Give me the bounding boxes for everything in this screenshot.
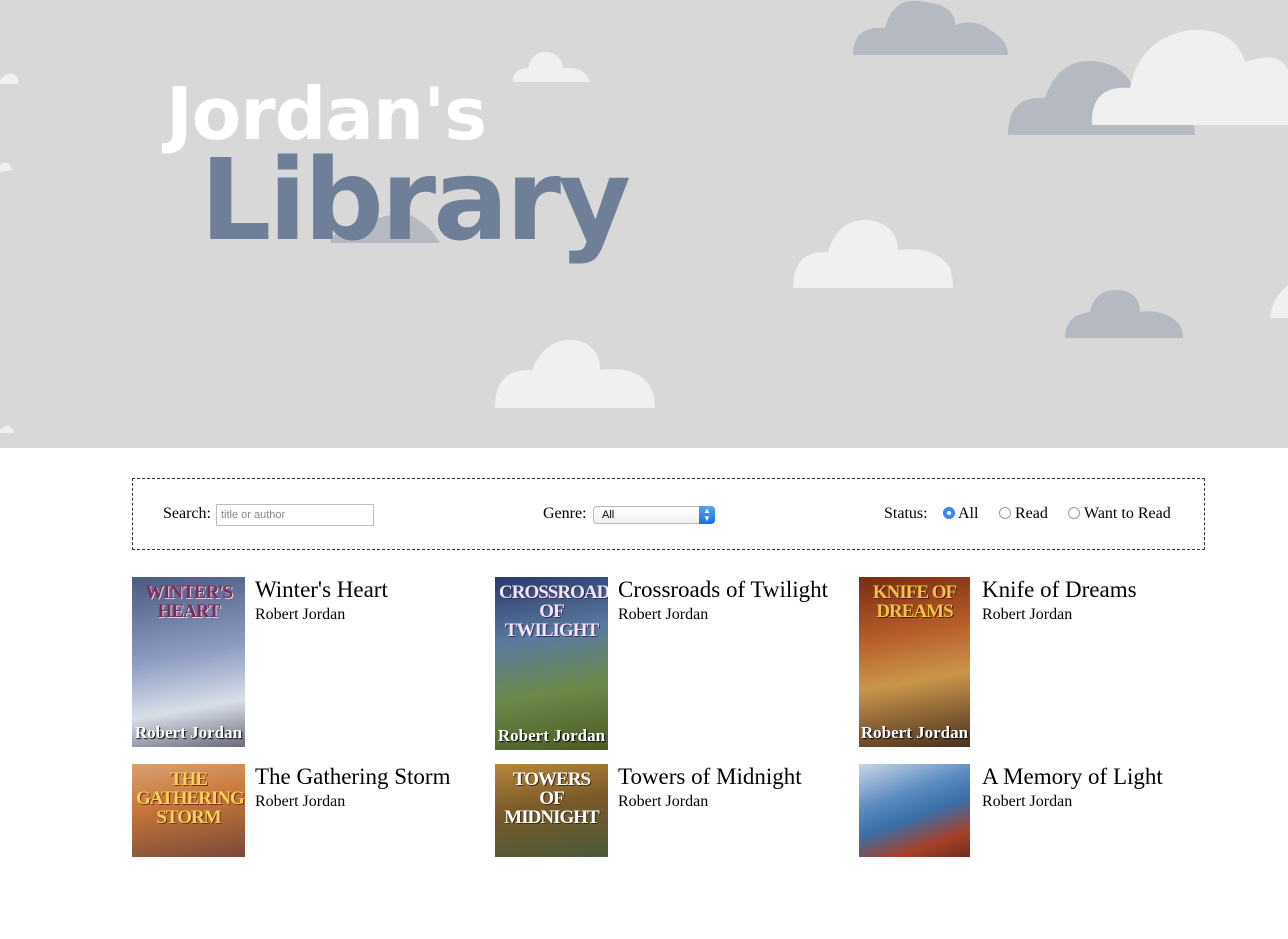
genre-selected-value: All — [602, 509, 615, 521]
cloud — [853, 0, 1008, 55]
cover-title: The Gathering Storm — [136, 769, 245, 828]
status-label: Status: — [884, 505, 928, 522]
book-author: Robert Jordan — [982, 606, 1073, 623]
cover-title: Winter's Heart — [144, 582, 233, 622]
book-cover[interactable]: Towers of Midnight — [495, 764, 608, 857]
cloud — [0, 425, 14, 433]
book-card[interactable]: A Memory of Light Robert Jordan — [859, 764, 1204, 939]
book-card[interactable]: Winter's Heart Robert Jordan Winter's He… — [132, 577, 477, 752]
radio-want-to-read[interactable] — [1068, 507, 1080, 519]
cloud — [1065, 289, 1183, 338]
book-cover[interactable] — [859, 764, 970, 857]
hero-banner: Jordan's Library — [0, 0, 1288, 448]
radio-all-label[interactable]: All — [958, 505, 978, 523]
search-label: Search: — [163, 505, 211, 522]
book-card[interactable]: The Gathering Storm The Gathering Storm … — [132, 764, 477, 939]
radio-want-to-read-label[interactable]: Want to Read — [1084, 505, 1171, 523]
book-card[interactable]: Knife of Dreams Robert Jordan Knife of D… — [859, 577, 1204, 752]
filter-bar: Search: Genre: All ▲▼ Status: All Read W… — [132, 478, 1205, 550]
cover-title: Crossroads of Twilight — [499, 582, 608, 641]
book-author: Robert Jordan — [255, 606, 346, 623]
book-cover[interactable]: Knife of Dreams Robert Jordan — [859, 577, 970, 747]
cloud — [495, 339, 655, 408]
book-card[interactable]: Crossroads of Twilight Robert Jordan Cro… — [495, 577, 840, 752]
search-input[interactable] — [216, 504, 374, 526]
site-title-line2: Library — [200, 136, 631, 266]
radio-all[interactable] — [943, 507, 955, 519]
cover-author: Robert Jordan — [497, 726, 606, 745]
book-title[interactable]: Crossroads of Twilight — [618, 577, 828, 603]
genre-select[interactable]: All ▲ ▼ — [593, 506, 715, 524]
chevron-up-down-icon: ▲ ▼ — [699, 506, 715, 524]
book-cover[interactable]: Crossroads of Twilight Robert Jordan — [495, 577, 608, 750]
book-card[interactable]: Towers of Midnight Towers of Midnight Ro… — [495, 764, 840, 939]
cloud — [0, 73, 18, 84]
book-cover[interactable]: Winter's Heart Robert Jordan — [132, 577, 245, 747]
book-author: Robert Jordan — [618, 793, 709, 810]
book-title[interactable]: A Memory of Light — [982, 764, 1163, 790]
cloud — [1270, 285, 1288, 318]
book-title[interactable]: Winter's Heart — [255, 577, 388, 603]
book-title[interactable]: Knife of Dreams — [982, 577, 1137, 603]
book-author: Robert Jordan — [255, 793, 346, 810]
book-cover[interactable]: The Gathering Storm — [132, 764, 245, 857]
book-title[interactable]: Towers of Midnight — [618, 764, 802, 790]
cloud — [793, 219, 953, 288]
cloud — [513, 51, 590, 82]
book-title[interactable]: The Gathering Storm — [255, 764, 450, 790]
book-author: Robert Jordan — [618, 606, 709, 623]
cover-author: Robert Jordan — [860, 723, 969, 742]
radio-read-label[interactable]: Read — [1015, 505, 1048, 523]
genre-label: Genre: — [543, 505, 587, 522]
clouds-background — [0, 0, 1288, 433]
radio-read[interactable] — [999, 507, 1011, 519]
cloud — [0, 162, 12, 172]
book-author: Robert Jordan — [982, 793, 1073, 810]
cover-title: Knife of Dreams — [872, 582, 957, 622]
cover-author: Robert Jordan — [134, 723, 243, 742]
cover-title: Towers of Midnight — [504, 769, 599, 828]
